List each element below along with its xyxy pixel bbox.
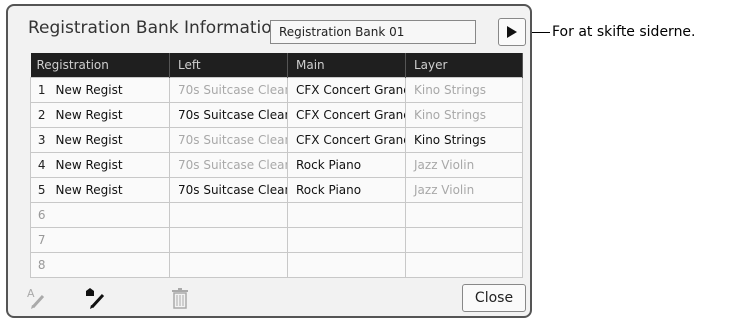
registration-name-cell: New Regist (52, 102, 170, 128)
row-number: 2 (30, 102, 53, 128)
row-number: 8 (30, 252, 53, 278)
main-voice-cell (287, 252, 406, 278)
left-voice-cell: 70s Suitcase Clean (169, 152, 288, 178)
main-voice-cell: Rock Piano (287, 152, 406, 178)
table-row[interactable]: 6 (30, 202, 523, 228)
main-voice-cell (287, 227, 406, 253)
table-row[interactable]: 1 New Regist 70s Suitcase Clean CFX Concert… (30, 77, 523, 103)
left-voice-cell: 70s Suitcase Clean (169, 102, 288, 128)
callout-line (532, 32, 550, 33)
layer-voice-cell: Kino Strings (405, 102, 523, 128)
registration-name-cell: New Regist (52, 177, 170, 203)
left-voice-cell: 70s Suitcase Clean (169, 177, 288, 203)
registration-name-cell: New Regist (52, 77, 170, 103)
registration-name-cell: New Regist (52, 127, 170, 153)
rename-pencil-icon: A (27, 287, 45, 309)
left-voice-cell: 70s Suitcase Clean (169, 77, 288, 103)
registration-name-cell (52, 202, 170, 228)
edit-button[interactable] (82, 286, 108, 310)
left-voice-cell (169, 227, 288, 253)
registration-bank-dialog: Registration Bank Information Registrati… (6, 4, 532, 318)
next-page-button[interactable] (498, 18, 526, 46)
rename-button[interactable]: A (26, 286, 52, 310)
registration-table: Registration Left Main Layer 1 New Regist… (30, 53, 523, 278)
table-row[interactable]: 8 (30, 252, 523, 278)
header-left: Left (169, 53, 288, 78)
callout-text: For at skifte siderne. (552, 24, 696, 40)
svg-text:A: A (27, 287, 35, 300)
left-voice-cell (169, 202, 288, 228)
table-row[interactable]: 5 New Regist 70s Suitcase Clean Rock Piano J… (30, 177, 523, 203)
main-voice-cell: CFX Concert Grand (287, 102, 406, 128)
left-voice-cell: 70s Suitcase Clean (169, 127, 288, 153)
left-voice-cell (169, 252, 288, 278)
main-voice-cell: CFX Concert Grand (287, 127, 406, 153)
main-voice-cell (287, 202, 406, 228)
edit-pencil-icon (86, 288, 105, 309)
close-button[interactable]: Close (462, 284, 526, 312)
registration-name-cell (52, 252, 170, 278)
layer-voice-cell (405, 252, 523, 278)
row-number: 6 (30, 202, 53, 228)
layer-voice-cell: Jazz Violin (405, 177, 523, 203)
header-main: Main (287, 53, 406, 78)
row-number: 3 (30, 127, 53, 153)
layer-voice-cell: Kino Strings (405, 77, 523, 103)
table-row[interactable]: 2 New Regist 70s Suitcase Clean CFX Concert… (30, 102, 523, 128)
dialog-title: Registration Bank Information (28, 18, 283, 38)
main-voice-cell: CFX Concert Grand (287, 77, 406, 103)
row-number: 4 (30, 152, 53, 178)
header-layer: Layer (405, 53, 523, 78)
row-number: 7 (30, 227, 53, 253)
layer-voice-cell: Kino Strings (405, 127, 523, 153)
main-voice-cell: Rock Piano (287, 177, 406, 203)
triangle-right-icon (507, 26, 517, 38)
layer-voice-cell: Jazz Violin (405, 152, 523, 178)
header-registration: Registration (30, 53, 170, 78)
row-number: 5 (30, 177, 53, 203)
trash-icon (172, 288, 188, 309)
toolbar: A (26, 282, 526, 312)
layer-voice-cell (405, 227, 523, 253)
layer-voice-cell (405, 202, 523, 228)
delete-button[interactable] (168, 286, 194, 310)
table-row[interactable]: 3 New Regist 70s Suitcase Clean CFX Concert… (30, 127, 523, 153)
registration-name-cell (52, 227, 170, 253)
table-row[interactable]: 4 New Regist 70s Suitcase Clean Rock Piano J… (30, 152, 523, 178)
bank-name-field[interactable]: Registration Bank 01 (270, 20, 476, 44)
registration-name-cell: New Regist (52, 152, 170, 178)
table-row[interactable]: 7 (30, 227, 523, 253)
row-number: 1 (30, 77, 53, 103)
